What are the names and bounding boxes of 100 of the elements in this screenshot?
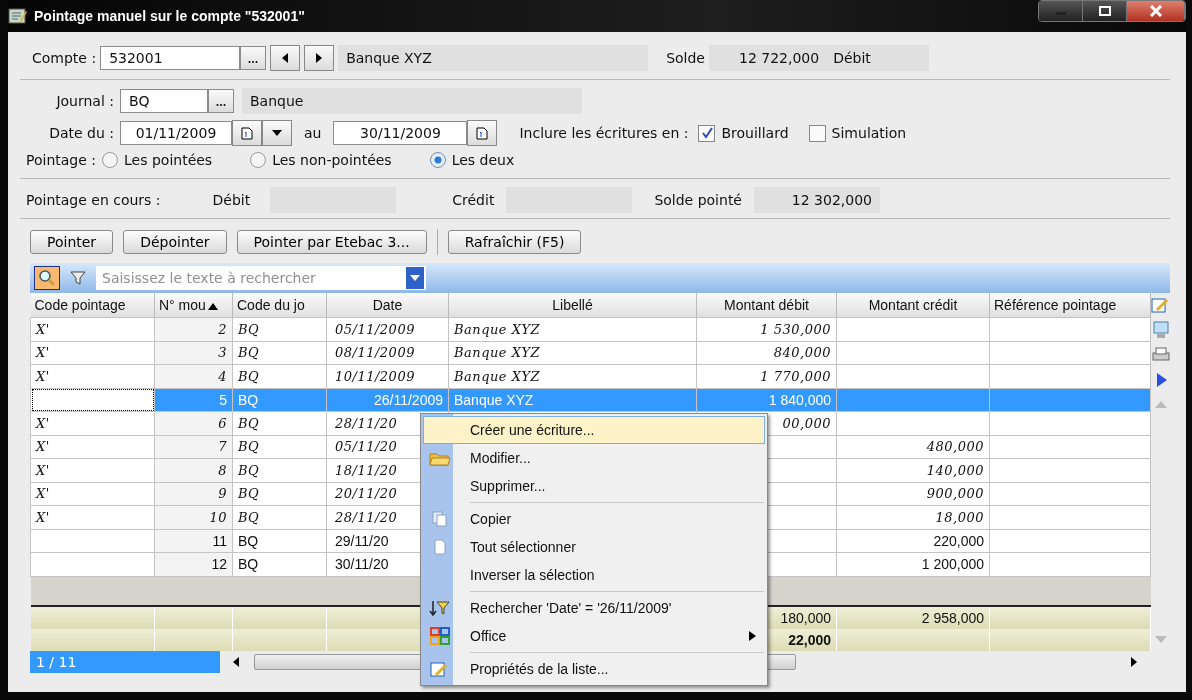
table-cell: Banque XYZ — [448, 341, 697, 365]
column-header[interactable]: Montant crédit — [836, 293, 990, 318]
table-cell: X' — [30, 482, 155, 506]
table-cell: Banque XYZ — [448, 317, 697, 341]
close-button[interactable] — [1127, 1, 1185, 21]
calendar-button[interactable] — [467, 120, 498, 146]
column-header[interactable]: Libellé — [448, 293, 697, 318]
submenu-arrow-icon — [749, 631, 756, 641]
table-cell: 480,000 — [836, 435, 990, 459]
balance-side: Débit — [833, 50, 871, 66]
radio-label: Les non-pointées — [272, 152, 392, 168]
table-cell: 900,000 — [836, 482, 990, 506]
table-cell: X' — [30, 341, 155, 365]
ellipsis-icon — [248, 60, 259, 64]
table-cell: 220,000 — [836, 529, 990, 553]
menu-item[interactable]: Propriétés de la liste... — [423, 650, 765, 683]
column-header[interactable]: Date — [326, 293, 449, 318]
checkbox-label: Simulation — [831, 125, 907, 141]
column-header[interactable]: Montant débit — [696, 293, 837, 318]
table-cell: 1 840,000 — [696, 388, 837, 412]
table-cell: 1 530,000 — [696, 317, 837, 341]
record-position: 1 / 11 — [30, 650, 220, 673]
table-cell: X' — [30, 435, 155, 459]
action-button[interactable]: Dépointer — [123, 230, 227, 254]
radio-label: Les pointées — [124, 152, 213, 168]
account-name: Banque XYZ — [338, 45, 649, 71]
journal-field[interactable]: BQ — [120, 89, 208, 113]
table-cell: 140,000 — [836, 458, 990, 482]
table-cell: X' — [30, 411, 155, 435]
solde-label: Solde pointé — [654, 192, 742, 208]
column-header[interactable]: Code pointage — [30, 293, 155, 318]
ledger-icon — [8, 7, 28, 25]
table-cell: 840,000 — [696, 341, 837, 365]
checkbox-label: Brouillard — [721, 125, 789, 141]
filter-icon[interactable] — [70, 271, 86, 285]
right-arrow-icon — [315, 53, 324, 63]
table-cell: X' — [30, 364, 155, 388]
credit-label: Crédit — [452, 192, 495, 208]
document-icon — [432, 538, 448, 556]
calendar-icon — [476, 126, 489, 140]
next-button[interactable] — [304, 45, 335, 71]
column-header[interactable]: Référence pointage — [989, 293, 1151, 318]
balance-amount: 12 722,000 — [739, 50, 820, 66]
action-button[interactable]: Pointer par Etebac 3... — [236, 230, 427, 254]
table-cell: 1 200,000 — [836, 552, 990, 576]
left-arrow-icon — [232, 656, 240, 667]
table-cell: X' — [30, 458, 155, 482]
table-cell: X' — [30, 317, 155, 341]
office-icon — [429, 626, 451, 646]
table-cell: X' — [30, 505, 155, 529]
date-to-field[interactable]: 30/11/2009 — [333, 121, 468, 145]
radio-label: Les deux — [451, 152, 515, 168]
include-label: Inclure les écritures en : — [519, 125, 689, 141]
calendar-button[interactable] — [232, 120, 262, 146]
sort-ascending-icon — [207, 303, 218, 310]
table-cell: 26/11/2009 — [326, 388, 449, 412]
checkbox[interactable] — [698, 124, 716, 142]
up-arrow-icon — [1155, 401, 1167, 408]
table-cell: BQ — [232, 317, 327, 341]
journal-label: Journal : — [54, 93, 114, 109]
minimize-button[interactable] — [1039, 1, 1083, 21]
table-cell: 05/11/2009 — [326, 317, 449, 341]
caret-icon — [272, 130, 282, 136]
column-header[interactable]: Code du jo — [232, 293, 327, 318]
checkbox[interactable] — [808, 124, 826, 142]
action-button[interactable]: Pointer — [30, 230, 114, 254]
menu-item[interactable]: Créer une écriture... — [423, 416, 765, 444]
solde-display: 12 302,000 — [754, 187, 880, 213]
browse-button[interactable] — [208, 89, 234, 113]
maximize-icon — [1097, 6, 1112, 16]
close-icon — [1148, 5, 1163, 17]
table-cell: Banque XYZ — [448, 364, 697, 388]
column-header[interactable]: N° mou — [154, 293, 233, 318]
date-to-label: au — [304, 125, 322, 141]
maximize-button[interactable] — [1083, 1, 1127, 21]
radio-button[interactable] — [102, 152, 118, 168]
table-cell: 08/11/2009 — [326, 341, 449, 365]
previous-button[interactable] — [270, 45, 301, 71]
right-arrow-icon — [1130, 656, 1138, 667]
ellipsis-icon — [216, 103, 226, 107]
date-from-label: Date du : — [48, 125, 114, 141]
table-cell: 2 — [154, 317, 233, 341]
table-cell: Banque XYZ — [448, 388, 697, 412]
debit-label: Débit — [212, 192, 251, 208]
radio-button[interactable] — [429, 152, 446, 168]
balance-label: Solde — [666, 50, 705, 66]
account-field[interactable]: 532001 — [100, 46, 241, 70]
date-from-field[interactable]: 01/11/2009 — [120, 121, 232, 145]
calendar-icon — [241, 126, 253, 140]
checkmark-icon — [700, 127, 713, 139]
account-label: Compte : — [32, 50, 97, 66]
table-cell: 1 770,000 — [696, 364, 837, 388]
pointage-label: Pointage : — [26, 152, 96, 168]
current-label: Pointage en cours : — [26, 192, 161, 208]
window-title: Pointage manuel sur le compte "532001" — [34, 8, 305, 24]
caret-icon — [410, 275, 420, 281]
dropdown-button[interactable] — [262, 120, 292, 146]
radio-button[interactable] — [250, 152, 267, 168]
action-button[interactable]: Rafraîchir (F5) — [447, 230, 582, 254]
search-button[interactable] — [34, 266, 60, 290]
